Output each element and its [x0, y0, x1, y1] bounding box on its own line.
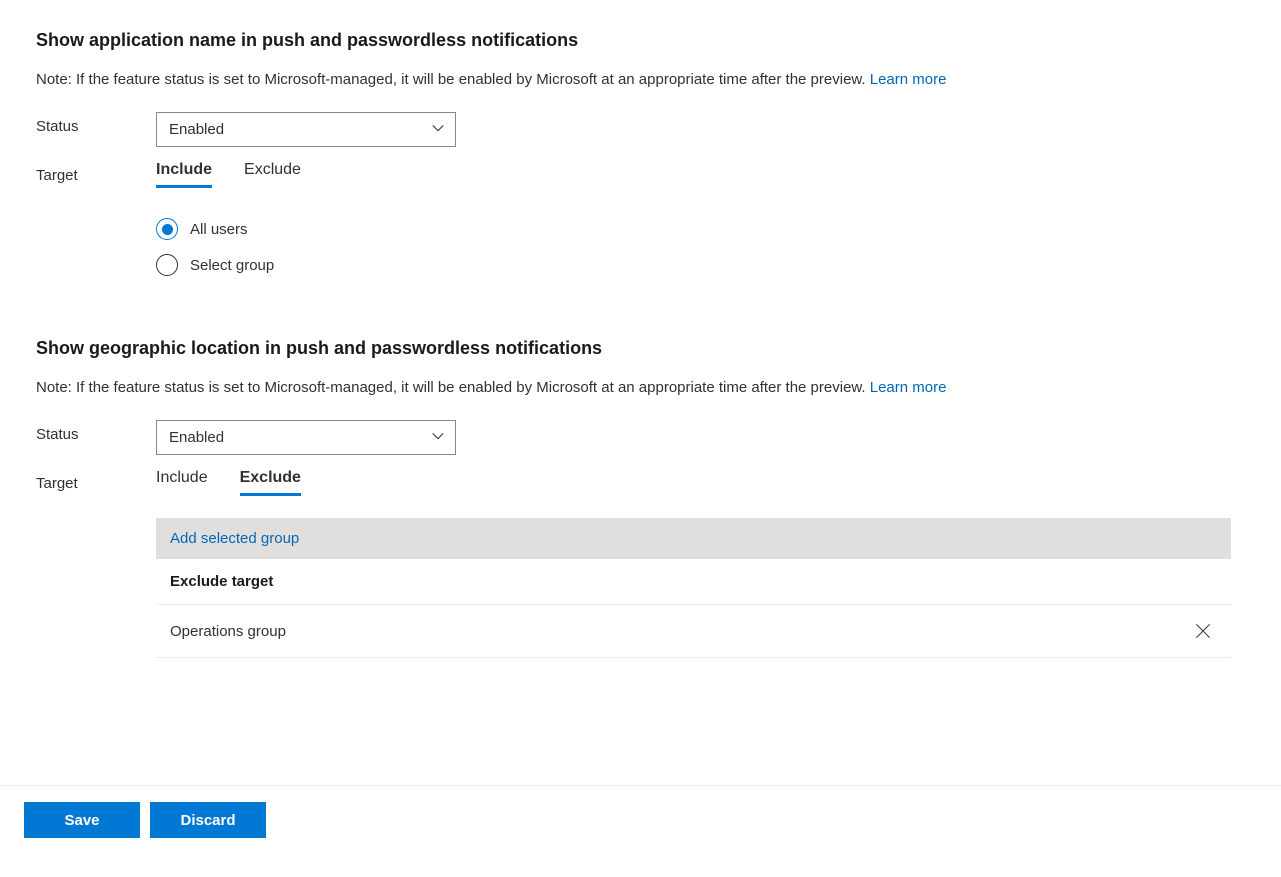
radio-all-users-label: All users	[190, 221, 248, 238]
discard-button[interactable]: Discard	[150, 802, 266, 838]
chevron-down-icon	[431, 121, 445, 139]
close-icon	[1193, 621, 1213, 641]
section-note: Note: If the feature status is set to Mi…	[36, 71, 1245, 88]
exclude-target-row: Operations group	[156, 605, 1231, 658]
tab-exclude[interactable]: Exclude	[240, 469, 301, 496]
section-app-name: Show application name in push and passwo…	[36, 30, 1245, 290]
tab-exclude[interactable]: Exclude	[244, 161, 301, 188]
radio-select-group[interactable]: Select group	[156, 254, 1245, 276]
radio-dot	[162, 224, 173, 235]
target-label: Target	[36, 469, 156, 492]
section-note: Note: If the feature status is set to Mi…	[36, 379, 1245, 396]
target-tabs: Include Exclude	[156, 469, 1245, 496]
chevron-down-icon	[431, 429, 445, 447]
status-dropdown[interactable]: Enabled	[156, 420, 456, 455]
add-selected-group-link[interactable]: Add selected group	[170, 530, 299, 547]
tab-include[interactable]: Include	[156, 469, 208, 496]
learn-more-link[interactable]: Learn more	[870, 379, 947, 396]
section-title: Show application name in push and passwo…	[36, 30, 1245, 51]
status-label: Status	[36, 112, 156, 135]
save-button[interactable]: Save	[24, 802, 140, 838]
tab-include[interactable]: Include	[156, 161, 212, 188]
exclude-panel: Add selected group Exclude target Operat…	[156, 518, 1231, 658]
target-label: Target	[36, 161, 156, 184]
radio-indicator	[156, 254, 178, 276]
status-dropdown[interactable]: Enabled	[156, 112, 456, 147]
radio-all-users[interactable]: All users	[156, 218, 1245, 240]
remove-exclude-target-button[interactable]	[1189, 617, 1217, 645]
include-radio-group: All users Select group	[156, 218, 1245, 276]
radio-indicator	[156, 218, 178, 240]
section-geo-location: Show geographic location in push and pas…	[36, 338, 1245, 658]
radio-select-group-label: Select group	[190, 257, 274, 274]
note-text: Note: If the feature status is set to Mi…	[36, 379, 870, 396]
exclude-target-header: Exclude target	[156, 559, 1231, 605]
exclude-target-name: Operations group	[170, 623, 286, 640]
status-value: Enabled	[169, 121, 224, 138]
add-group-bar: Add selected group	[156, 518, 1231, 559]
target-tabs: Include Exclude	[156, 161, 1245, 188]
section-title: Show geographic location in push and pas…	[36, 338, 1245, 359]
status-value: Enabled	[169, 429, 224, 446]
status-label: Status	[36, 420, 156, 443]
note-text: Note: If the feature status is set to Mi…	[36, 71, 870, 88]
footer-actions: Save Discard	[0, 785, 1281, 854]
learn-more-link[interactable]: Learn more	[870, 71, 947, 88]
